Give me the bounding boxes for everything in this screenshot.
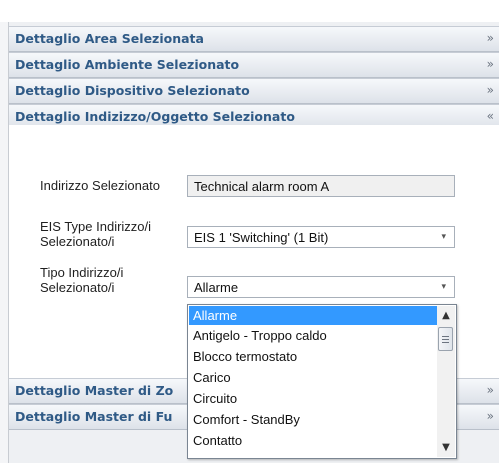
address-label: Indirizzo Selezionato bbox=[40, 178, 160, 193]
scroll-up-icon[interactable]: ▲ bbox=[437, 307, 455, 325]
dropdown-option[interactable]: Allarme bbox=[189, 306, 438, 325]
dropdown-option[interactable]: Blocco termostato bbox=[189, 347, 438, 366]
dropdown-option[interactable]: Circuito bbox=[189, 389, 438, 408]
top-band bbox=[0, 0, 499, 22]
dropdown-scrollbar[interactable]: ▲ ▼ bbox=[437, 306, 455, 457]
panel-header-area[interactable]: Dettaglio Area Selezionata » bbox=[9, 26, 499, 52]
dropdown-option[interactable]: Antigelo - Troppo caldo bbox=[189, 326, 438, 345]
address-value: Technical alarm room A bbox=[194, 179, 330, 194]
tipo-indirizzo-select[interactable]: Allarme ▾ bbox=[187, 276, 455, 298]
tipo-label-line2: Selezionato/i bbox=[40, 280, 115, 295]
dropdown-option[interactable]: Comfort - StandBy bbox=[189, 410, 438, 429]
panel-title-indirizzo: Dettaglio Indizizzo/Oggetto Selezionato bbox=[15, 109, 295, 124]
chevron-down-icon[interactable]: ▾ bbox=[441, 281, 446, 292]
dropdown-option[interactable]: Carico bbox=[189, 368, 438, 387]
panel-title-ambiente: Dettaglio Ambiente Selezionato bbox=[15, 57, 240, 72]
eis-type-label-line2: Selezionato/i bbox=[40, 234, 115, 249]
panel-title-area: Dettaglio Area Selezionata bbox=[15, 31, 204, 46]
chevron-down-icon: » bbox=[486, 83, 494, 97]
panel-title-master-funzione: Dettaglio Master di Fu bbox=[15, 409, 173, 424]
scroll-down-icon[interactable]: ▼ bbox=[437, 439, 455, 457]
address-field: Technical alarm room A bbox=[187, 175, 455, 197]
chevron-down-icon: » bbox=[486, 409, 494, 423]
scrollbar-thumb[interactable] bbox=[438, 327, 453, 351]
chevron-down-icon: » bbox=[486, 383, 494, 397]
panel-title-master-zona: Dettaglio Master di Zo bbox=[15, 383, 174, 398]
chevron-down-icon[interactable]: ▾ bbox=[441, 231, 446, 242]
panel-title-dispositivo: Dettaglio Dispositivo Selezionato bbox=[15, 83, 250, 98]
window: Dettaglio Area Selezionata » Dettaglio A… bbox=[0, 0, 499, 463]
dropdown-option[interactable]: Contatto bbox=[189, 431, 438, 450]
eis-type-label-line1: EIS Type Indirizzo/i bbox=[40, 219, 152, 234]
panel-header-ambiente[interactable]: Dettaglio Ambiente Selezionato » bbox=[9, 52, 499, 78]
chevron-down-icon: » bbox=[486, 57, 494, 71]
eis-type-select[interactable]: EIS 1 'Switching' (1 Bit) ▾ bbox=[187, 226, 455, 248]
tipo-label-line1: Tipo Indirizzo/i bbox=[40, 265, 124, 280]
chevron-down-icon: » bbox=[486, 31, 494, 45]
tipo-indirizzo-value: Allarme bbox=[194, 280, 239, 295]
tipo-dropdown-list[interactable]: Allarme Antigelo - Troppo caldo Blocco t… bbox=[187, 304, 457, 459]
chevron-up-icon: « bbox=[486, 109, 494, 123]
panel-header-dispositivo[interactable]: Dettaglio Dispositivo Selezionato » bbox=[9, 78, 499, 104]
eis-type-value: EIS 1 'Switching' (1 Bit) bbox=[194, 230, 329, 245]
